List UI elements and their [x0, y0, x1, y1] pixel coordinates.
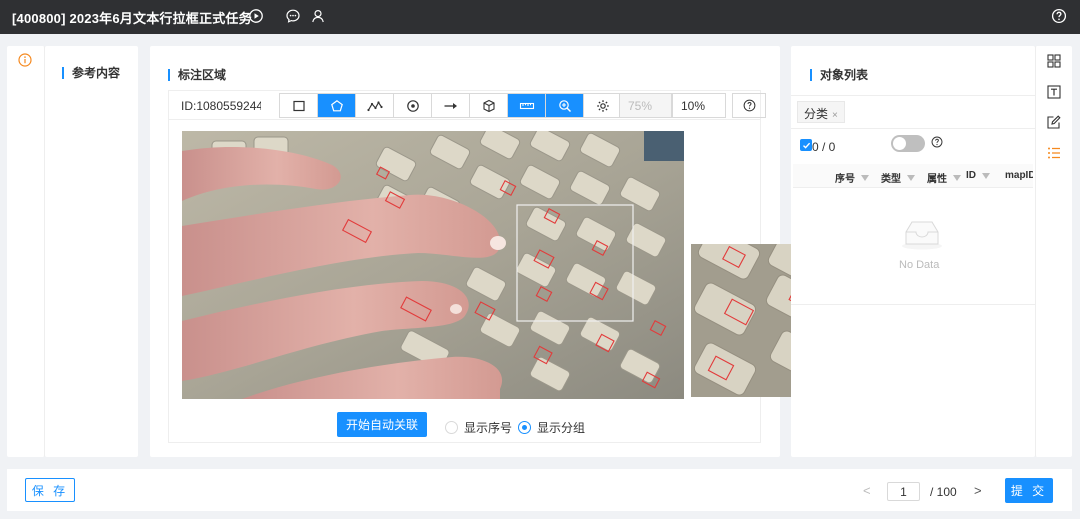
column-mapid[interactable]: mapID — [1005, 170, 1033, 181]
auto-link-button[interactable]: 开始自动关联 — [337, 412, 427, 437]
category-tag[interactable]: 分类 × — [797, 101, 845, 123]
divider — [791, 95, 1035, 96]
filter-icon — [953, 174, 961, 181]
toolbar-help-button[interactable] — [732, 93, 766, 118]
info-icon[interactable] — [18, 53, 32, 70]
arrow-tool-icon[interactable] — [432, 94, 470, 117]
radio-show-group[interactable]: 显示分组 — [518, 419, 585, 436]
text-icon[interactable] — [1047, 85, 1061, 102]
reference-panel: 参考内容 — [45, 46, 138, 457]
divider — [791, 128, 1035, 129]
rectangle-tool-icon[interactable] — [280, 94, 318, 117]
annotation-toolbar: ID:1080559244 75% 10% — [168, 90, 766, 120]
prev-page-button[interactable]: < — [863, 483, 871, 498]
play-icon[interactable] — [248, 8, 264, 24]
save-button[interactable]: 保 存 — [25, 478, 75, 502]
top-bar: [400800] 2023年6月文本行拉框正式任务 — [0, 0, 1080, 34]
column-index[interactable]: 序号 — [835, 170, 869, 185]
table-header: 序号 类型 属性 ID mapID — [793, 164, 1033, 188]
tag-close-icon[interactable]: × — [832, 110, 838, 121]
column-attribute[interactable]: 属性 — [927, 170, 961, 185]
user-icon[interactable] — [310, 8, 326, 24]
cube-tool-icon[interactable] — [470, 94, 508, 117]
submit-button[interactable]: 提 交 — [1005, 478, 1053, 503]
task-title: [400800] 2023年6月文本行拉框正式任务 — [12, 11, 252, 26]
zoom-input[interactable]: 10% — [672, 93, 726, 118]
toggle-switch[interactable] — [891, 135, 925, 152]
ruler-tool-icon[interactable] — [508, 94, 546, 117]
zoom-readonly-field: 75% — [619, 93, 672, 118]
object-list-panel: 对象列表 分类 × 0 / 0 序号 类型 属性 ID mapID No Data — [791, 46, 1035, 457]
annotation-image[interactable] — [182, 131, 684, 399]
comment-icon[interactable] — [285, 8, 301, 24]
settings-tool-icon[interactable] — [584, 94, 622, 117]
radio-show-index[interactable]: 显示序号 — [445, 419, 512, 436]
filter-icon — [907, 174, 915, 181]
zoom-in-tool-icon[interactable] — [546, 94, 584, 117]
object-list-title: 对象列表 — [810, 69, 868, 81]
question-icon — [743, 99, 755, 112]
help-icon[interactable] — [1051, 8, 1067, 24]
empty-inbox-icon — [900, 218, 944, 253]
info-strip — [7, 46, 45, 457]
grid-icon[interactable] — [1047, 54, 1061, 71]
next-page-button[interactable]: > — [974, 483, 982, 498]
annotation-title: 标注区域 — [168, 69, 226, 81]
page-total: / 100 — [930, 485, 957, 499]
point-tool-icon[interactable] — [394, 94, 432, 117]
radio-label: 显示序号 — [464, 421, 513, 435]
tool-group — [279, 93, 623, 118]
bottom-bar: 保 存 < 1 / 100 > 提 交 — [7, 469, 1072, 511]
radio-circle-checked — [518, 421, 531, 434]
polygon-tool-icon[interactable] — [318, 94, 356, 117]
reference-title: 参考内容 — [62, 67, 120, 79]
page-input[interactable]: 1 — [887, 482, 920, 501]
column-type[interactable]: 类型 — [881, 170, 915, 185]
radio-label: 显示分组 — [537, 421, 586, 435]
radio-circle — [445, 421, 458, 434]
filter-icon — [982, 172, 990, 179]
polyline-tool-icon[interactable] — [356, 94, 394, 117]
edit-icon[interactable] — [1047, 115, 1061, 132]
check-icon — [802, 142, 810, 149]
annotation-panel: 标注区域 ID:1080559244 75% 10% 开始自动关联 显示序号 显… — [150, 46, 845, 457]
filter-icon — [861, 174, 869, 181]
empty-text: No Data — [899, 259, 940, 271]
divider — [791, 304, 1035, 305]
object-count: 0 / 0 — [812, 140, 836, 154]
select-all-checkbox[interactable] — [800, 139, 812, 151]
list-icon[interactable] — [1047, 146, 1061, 163]
side-toolbar — [1035, 46, 1072, 457]
image-id: ID:1080559244 — [181, 99, 261, 113]
toggle-help-icon[interactable] — [931, 136, 943, 151]
tag-label: 分类 — [804, 107, 829, 121]
column-id[interactable]: ID — [966, 170, 990, 181]
